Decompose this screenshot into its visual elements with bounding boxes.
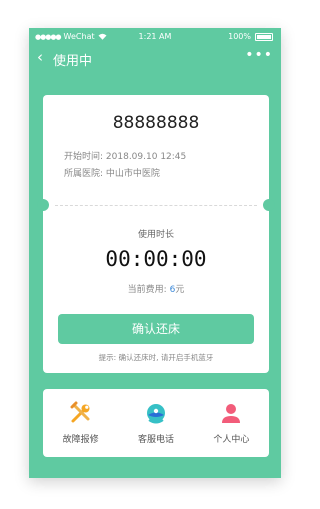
- bottom-menu: 故障报修 客服电话 个人中心: [43, 389, 269, 457]
- confirm-return-button[interactable]: 确认还床: [58, 314, 254, 344]
- menu-label-repair: 故障报修: [62, 435, 99, 445]
- card-notch-right: [263, 199, 275, 211]
- customer-service-icon: [146, 404, 165, 424]
- fee-unit: 元: [175, 285, 185, 295]
- more-icon[interactable]: •••: [245, 47, 273, 63]
- usage-timer: 00:00:00: [105, 247, 207, 271]
- fee-label: 当前费用:: [127, 285, 167, 295]
- card-notch-left: [37, 199, 49, 211]
- hospital-value: 中山市中医院: [105, 169, 160, 179]
- start-time-value: 2018.09.10 12:45: [105, 152, 187, 162]
- status-bar: ●●●●● WeChat 1:21 AM 100%: [29, 28, 281, 45]
- hospital-label: 所属医院:: [64, 169, 104, 179]
- menu-item-repair[interactable]: 故障报修: [43, 389, 118, 457]
- duration-label: 使用时长: [137, 230, 174, 240]
- menu-item-profile[interactable]: 个人中心: [194, 389, 269, 457]
- chevron-left-icon[interactable]: ‹: [37, 48, 43, 66]
- start-time-row: 开始时间: 2018.09.10 12:45: [64, 149, 186, 162]
- page-title: 使用中: [53, 54, 93, 69]
- current-fee: 当前费用: 6元: [43, 282, 269, 295]
- battery-icon: [255, 32, 273, 41]
- bed-code: 88888888: [112, 113, 200, 133]
- start-time-label: 开始时间:: [64, 152, 104, 162]
- phone-screen: ●●●●● WeChat 1:21 AM 100% ‹ 使用中 ••• 8888…: [29, 28, 281, 478]
- hospital-row: 所属医院: 中山市中医院: [64, 166, 160, 179]
- status-right: 100%: [228, 32, 273, 41]
- usage-card: 88888888 开始时间: 2018.09.10 12:45 所属医院: 中山…: [37, 95, 275, 373]
- dashed-divider: [55, 205, 257, 206]
- menu-label-profile: 个人中心: [213, 435, 250, 445]
- menu-item-service[interactable]: 客服电话: [118, 389, 193, 457]
- user-icon: [222, 404, 241, 423]
- bluetooth-tip: 提示: 确认还床时, 请开启手机蓝牙: [98, 353, 214, 362]
- battery-percent: 100%: [228, 32, 251, 41]
- repair-tools-icon: [70, 401, 90, 423]
- menu-label-service: 客服电话: [137, 435, 174, 445]
- nav-bar: ‹ 使用中 •••: [29, 45, 281, 75]
